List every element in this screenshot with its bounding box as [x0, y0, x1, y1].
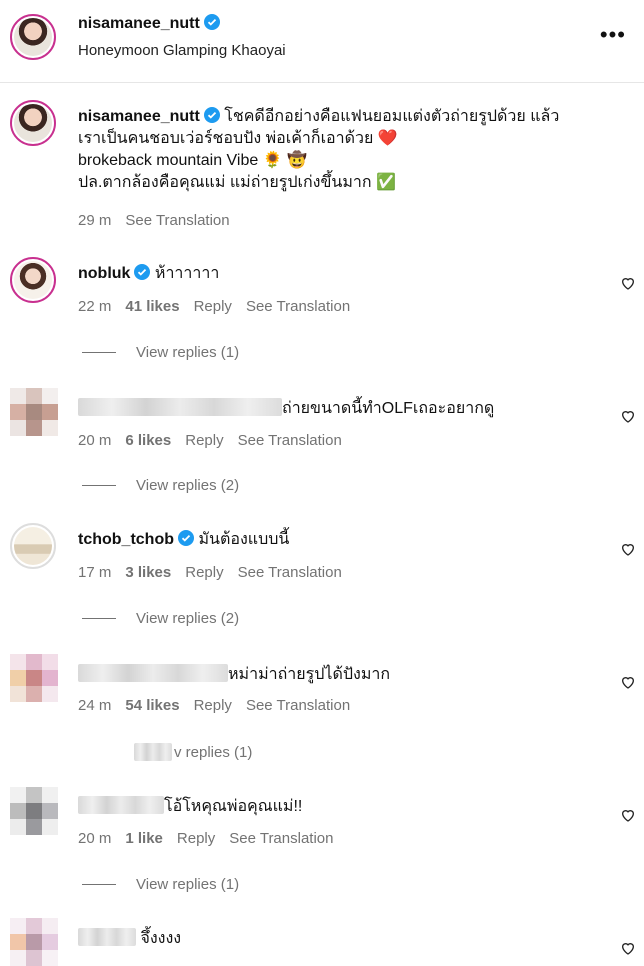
blurred-overlay: [134, 743, 172, 761]
header-username[interactable]: nisamanee_nutt: [78, 15, 200, 32]
reply-button[interactable]: Reply: [185, 564, 223, 581]
view-replies-label: View replies (1): [136, 876, 240, 893]
caption-line-3: brokeback mountain Vibe 🌻 🤠: [78, 152, 307, 169]
comment-line: จึ้งงงง: [78, 928, 181, 950]
view-replies-button[interactable]: v replies (1): [134, 743, 252, 761]
comment-text: โอ้โหคุณพ่อคุณแม่!!: [164, 798, 303, 815]
view-replies-label: v replies (1): [174, 743, 253, 761]
replies-divider: [82, 618, 116, 619]
blurred-username: [78, 664, 228, 682]
commenter-avatar-pixelated[interactable]: [10, 787, 58, 835]
reply-button[interactable]: Reply: [194, 697, 232, 714]
commenter-avatar[interactable]: [10, 257, 56, 303]
post-header: nisamanee_nutt Honeymoon Glamping Khaoya…: [0, 0, 644, 83]
replies-divider: [82, 884, 116, 885]
location-subtitle[interactable]: Honeymoon Glamping Khaoyai: [78, 42, 286, 59]
view-replies-button[interactable]: View replies (1): [82, 344, 239, 361]
comment-time: 24 m: [78, 697, 112, 714]
caption-text-block: nisamanee_nutt โชคดีอีกอย่างคือแฟนยอมแต่…: [78, 106, 628, 194]
reply-button[interactable]: Reply: [194, 298, 232, 315]
heart-outline-icon[interactable]: [620, 541, 636, 557]
caption-line-1: โชคดีอีกอย่างคือแฟนยอมแต่งตัวถ่ายรูปด้วย…: [224, 108, 560, 125]
reply-button[interactable]: Reply: [185, 432, 223, 449]
caption-avatar[interactable]: [10, 100, 56, 146]
verified-badge-icon: [134, 264, 151, 280]
comment-time: 20 m: [78, 432, 112, 449]
caption-line-4: ปล.ตากล้องคือคุณแม่ แม่ถ่ายรูปเก่งขึ้นมา…: [78, 174, 396, 191]
comment-line: หม่าม่าถ่ายรูปได้ปังมาก: [78, 664, 390, 686]
view-replies-button[interactable]: View replies (2): [82, 477, 239, 494]
caption-username[interactable]: nisamanee_nutt: [78, 108, 200, 125]
comment-line: ถ่ายขนาดนี้ทำOLFเถอะอยากดู: [78, 398, 494, 420]
comment-time: 20 m: [78, 830, 112, 847]
heart-outline-icon[interactable]: [620, 408, 636, 424]
blurred-username: [78, 928, 136, 946]
heart-outline-icon[interactable]: [620, 940, 636, 956]
header-avatar[interactable]: [10, 14, 56, 60]
comment-line: โอ้โหคุณพ่อคุณแม่!!: [78, 796, 302, 818]
caption-line-2: เราเป็นคนชอบเว่อร์ชอบปัง พ่อเค้าก็เอาด้ว…: [78, 130, 398, 147]
heart-outline-icon[interactable]: [620, 674, 636, 690]
caption-meta: 29 m See Translation: [78, 212, 244, 229]
comment-likes[interactable]: 1 like: [125, 830, 163, 847]
comment-meta: 20 m 6 likes Reply See Translation: [78, 432, 356, 449]
view-replies-button[interactable]: View replies (2): [82, 610, 239, 627]
view-replies-label: View replies (2): [136, 610, 240, 627]
comment-text: จึ้งงงง: [140, 930, 182, 947]
comment-line: tchob_tchob มันต้องแบบนี้: [78, 529, 289, 551]
see-translation-link[interactable]: See Translation: [229, 830, 333, 847]
comment-text: หม่าม่าถ่ายรูปได้ปังมาก: [228, 666, 391, 683]
comment-username[interactable]: nobluk: [78, 265, 130, 282]
comment-line: nobluk ห้าาาาาา: [78, 263, 219, 285]
blurred-username: [78, 398, 282, 416]
see-translation-link[interactable]: See Translation: [246, 697, 350, 714]
see-translation-link[interactable]: See Translation: [238, 564, 342, 581]
commenter-avatar-pixelated[interactable]: [10, 388, 58, 436]
verified-badge-icon: [203, 107, 220, 123]
verified-badge-icon: [203, 14, 220, 30]
comment-username[interactable]: tchob_tchob: [78, 531, 174, 548]
comment-text: มันต้องแบบนี้: [198, 531, 290, 548]
comment-likes[interactable]: 6 likes: [125, 432, 171, 449]
comment-likes[interactable]: 3 likes: [125, 564, 171, 581]
replies-divider: [82, 485, 116, 486]
comment-meta: 20 m 1 like Reply See Translation: [78, 830, 347, 847]
see-translation-link[interactable]: See Translation: [125, 212, 229, 229]
reply-button[interactable]: Reply: [177, 830, 215, 847]
blurred-username: [78, 796, 164, 814]
post-comments-panel: nisamanee_nutt Honeymoon Glamping Khaoya…: [0, 0, 644, 966]
heart-outline-icon[interactable]: [620, 275, 636, 291]
comment-time: 22 m: [78, 298, 112, 315]
commenter-avatar[interactable]: [10, 523, 56, 569]
view-replies-label: View replies (1): [136, 344, 240, 361]
replies-divider: [82, 352, 116, 353]
caption-time: 29 m: [78, 212, 112, 229]
comment-text: ห้าาาาาา: [154, 265, 220, 282]
comment-meta: 17 m 3 likes Reply See Translation: [78, 564, 356, 581]
commenter-avatar-pixelated[interactable]: [10, 918, 58, 966]
heart-outline-icon[interactable]: [620, 807, 636, 823]
comment-meta: 22 m 41 likes Reply See Translation: [78, 298, 364, 315]
comment-meta: 24 m 54 likes Reply See Translation: [78, 697, 364, 714]
see-translation-link[interactable]: See Translation: [238, 432, 342, 449]
verified-badge-icon: [178, 530, 194, 546]
comment-text: ถ่ายขนาดนี้ทำOLFเถอะอยากดู: [282, 400, 495, 417]
view-replies-label: View replies (2): [136, 477, 240, 494]
comment-likes[interactable]: 54 likes: [125, 697, 179, 714]
view-replies-button[interactable]: View replies (1): [82, 876, 239, 893]
comment-time: 17 m: [78, 564, 112, 581]
see-translation-link[interactable]: See Translation: [246, 298, 350, 315]
commenter-avatar-pixelated[interactable]: [10, 654, 58, 702]
more-horizontal-icon[interactable]: •••: [600, 22, 626, 48]
comment-likes[interactable]: 41 likes: [125, 298, 179, 315]
header-username-row: nisamanee_nutt: [78, 14, 220, 33]
